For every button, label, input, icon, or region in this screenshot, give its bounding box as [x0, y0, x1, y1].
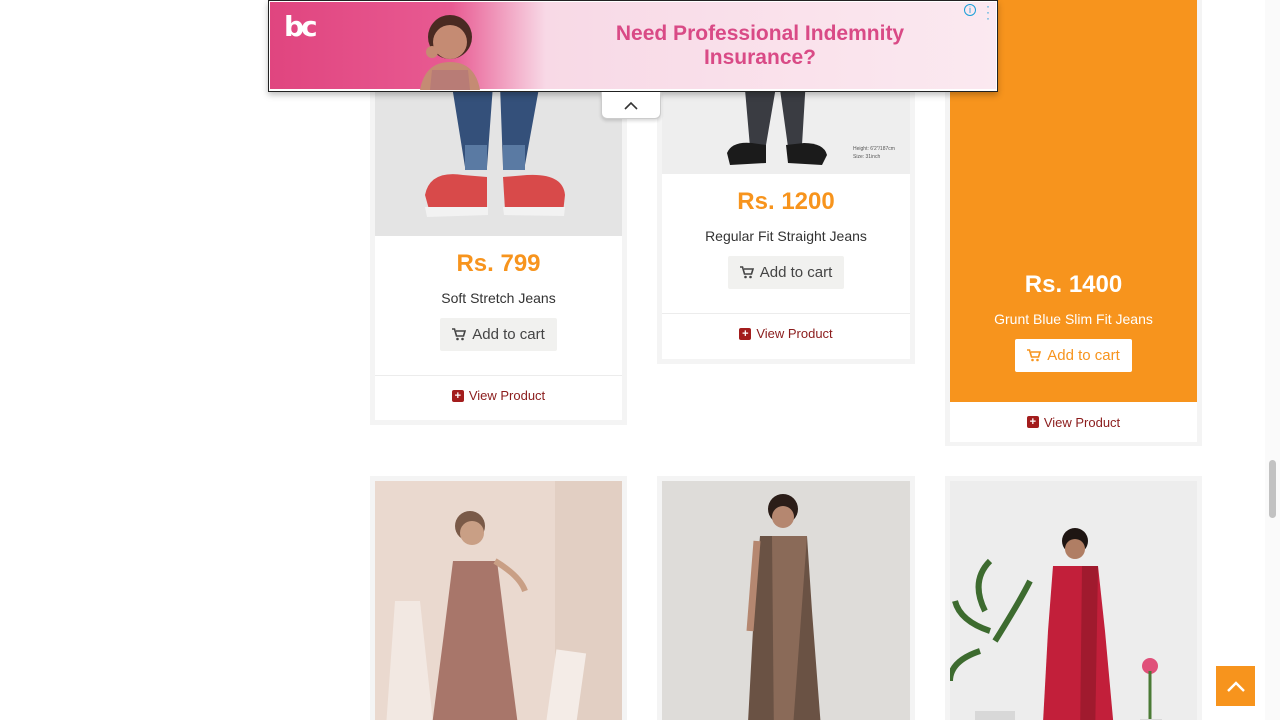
product-card — [657, 476, 915, 720]
product-card — [370, 476, 627, 720]
ad-headline: Need Professional Indemnity Insurance? — [615, 22, 905, 69]
view-product-label: View Product — [756, 326, 833, 341]
view-product-link[interactable]: + View Product — [375, 375, 622, 415]
shopping-cart-icon — [452, 328, 467, 341]
chevron-up-icon — [1226, 681, 1245, 692]
add-to-cart-button[interactable]: Add to cart — [440, 318, 557, 351]
product-info: Rs. 1400 Grunt Blue Slim Fit Jeans Add t… — [950, 271, 1197, 372]
product-name: Regular Fit Straight Jeans — [705, 228, 867, 244]
product-price: Rs. 799 — [456, 250, 541, 277]
kebab-menu-icon[interactable]: · · · — [986, 1, 990, 24]
ad-image-woman — [420, 15, 480, 90]
add-to-cart-button[interactable]: Add to cart — [1015, 339, 1132, 372]
product-name: Soft Stretch Jeans — [441, 290, 556, 306]
view-product-label: View Product — [468, 388, 546, 403]
info-icon[interactable]: i — [964, 4, 976, 16]
shopping-cart-icon — [739, 266, 754, 279]
ad-background: bc Need Professional Indemnity Insurance… — [270, 1, 996, 90]
chevron-up-icon — [624, 101, 638, 110]
page: Rs. 799 Soft Stretch Jeans Add to cart +… — [0, 0, 1280, 720]
add-to-cart-label: Add to cart — [1047, 347, 1120, 364]
plus-square-icon: + — [1026, 416, 1039, 428]
add-to-cart-label: Add to cart — [759, 264, 833, 281]
view-product-link[interactable]: + View Product — [662, 313, 910, 353]
ad-logo: bc — [284, 10, 318, 43]
scrollbar-thumb[interactable] — [1269, 460, 1276, 518]
product-name: Grunt Blue Slim Fit Jeans — [994, 311, 1153, 327]
product-image-woman-in-red-saree[interactable] — [950, 481, 1197, 720]
image-caption: Height: 6'2"/187cm Size: 31inch — [853, 146, 895, 160]
plus-square-icon: + — [451, 389, 464, 402]
product-image-woman-in-dress[interactable] — [375, 481, 622, 720]
ad-banner[interactable]: bc Need Professional Indemnity Insurance… — [268, 0, 998, 92]
shopping-cart-icon — [1027, 349, 1042, 362]
product-info: Rs. 799 Soft Stretch Jeans Add to cart — [375, 250, 622, 351]
product-price: Rs. 1200 — [737, 188, 835, 215]
plus-square-icon: + — [739, 327, 752, 340]
ad-collapse-button[interactable] — [601, 92, 661, 119]
product-info: Rs. 1200 Regular Fit Straight Jeans Add … — [662, 188, 910, 289]
add-to-cart-button[interactable]: Add to cart — [727, 256, 845, 289]
product-card — [945, 476, 1202, 720]
page-scrollbar[interactable] — [1265, 0, 1280, 720]
add-to-cart-label: Add to cart — [472, 326, 545, 343]
view-product-link[interactable]: + View Product — [950, 402, 1197, 442]
product-image-woman-in-printed-saree[interactable] — [662, 481, 910, 720]
view-product-label: View Product — [1043, 414, 1121, 430]
scroll-to-top-button[interactable] — [1216, 666, 1255, 706]
product-price: Rs. 1400 — [1024, 271, 1123, 298]
